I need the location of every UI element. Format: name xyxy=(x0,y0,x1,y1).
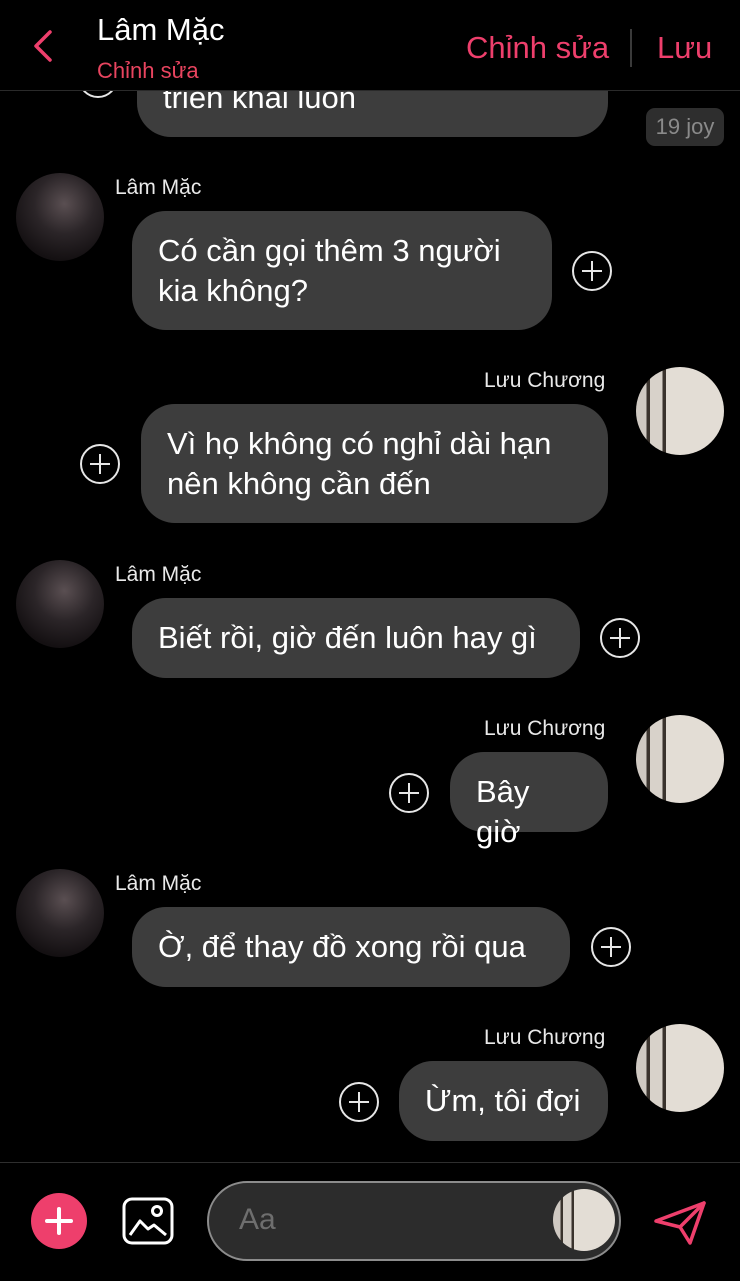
reaction-add-icon[interactable] xyxy=(572,251,612,291)
chat-subtitle: Chỉnh sửa xyxy=(97,58,199,83)
message-bubble: Biết rồi, giờ đến luôn hay gì xyxy=(132,598,580,678)
reaction-add-icon[interactable] xyxy=(600,618,640,658)
header-divider xyxy=(630,29,632,67)
message-text: Bây giờ xyxy=(476,774,530,849)
message-bubble: Ừm, tôi đợi xyxy=(399,1061,608,1141)
add-button[interactable] xyxy=(31,1193,87,1249)
reaction-add-icon[interactable] xyxy=(80,444,120,484)
message-bubble: Vì họ không có nghỉ dài hạn nên không cầ… xyxy=(141,404,608,523)
reaction-add-icon[interactable] xyxy=(591,927,631,967)
save-button[interactable]: Lưu xyxy=(657,30,712,66)
message-text: Ờ, để thay đồ xong rồi qua xyxy=(158,929,526,964)
chat-header: Lâm Mặc Chỉnh sửa Chỉnh sửa Lưu xyxy=(0,0,740,91)
sender-name: Lưu Chương xyxy=(484,369,606,392)
sender-name: Lâm Mặc xyxy=(115,872,202,895)
chat-title: Lâm Mặc xyxy=(97,12,225,47)
avatar[interactable] xyxy=(16,173,104,261)
avatar[interactable] xyxy=(16,869,104,957)
reaction-add-icon[interactable] xyxy=(389,773,429,813)
sender-name: Lâm Mặc xyxy=(115,563,202,586)
sender-name: Lâm Mặc xyxy=(115,176,202,199)
avatar[interactable] xyxy=(16,560,104,648)
avatar[interactable] xyxy=(636,367,724,455)
reaction-add-icon[interactable] xyxy=(339,1082,379,1122)
chevron-left-icon[interactable] xyxy=(28,28,58,64)
composer-bar: Aa xyxy=(0,1162,740,1281)
message-input[interactable]: Aa xyxy=(207,1181,621,1261)
avatar[interactable] xyxy=(553,1189,615,1251)
image-icon[interactable] xyxy=(122,1197,174,1245)
message-bubble: Có cần gọi thêm 3 người kia không? xyxy=(132,211,552,330)
message-text: Ừm, tôi đợi xyxy=(425,1083,581,1118)
avatar[interactable] xyxy=(636,715,724,803)
message-text: Có cần gọi thêm 3 người kia không? xyxy=(158,233,501,308)
message-bubble: Bây giờ xyxy=(450,752,608,849)
chat-area: triển khai luôn 19 joy Lâm Mặc Có cần gọ… xyxy=(0,0,740,1162)
send-icon[interactable] xyxy=(652,1199,708,1247)
avatar[interactable] xyxy=(636,1024,724,1112)
message-bubble: Ờ, để thay đồ xong rồi qua xyxy=(132,907,570,987)
message-text: Vì họ không có nghỉ dài hạn nên không cầ… xyxy=(167,426,552,501)
message-input-placeholder: Aa xyxy=(239,1203,276,1236)
sender-name: Lưu Chương xyxy=(484,1026,606,1049)
time-badge: 19 joy xyxy=(646,108,724,146)
message-text: Biết rồi, giờ đến luôn hay gì xyxy=(158,620,537,655)
sender-name: Lưu Chương xyxy=(484,717,606,740)
edit-button[interactable]: Chỉnh sửa xyxy=(466,30,609,66)
